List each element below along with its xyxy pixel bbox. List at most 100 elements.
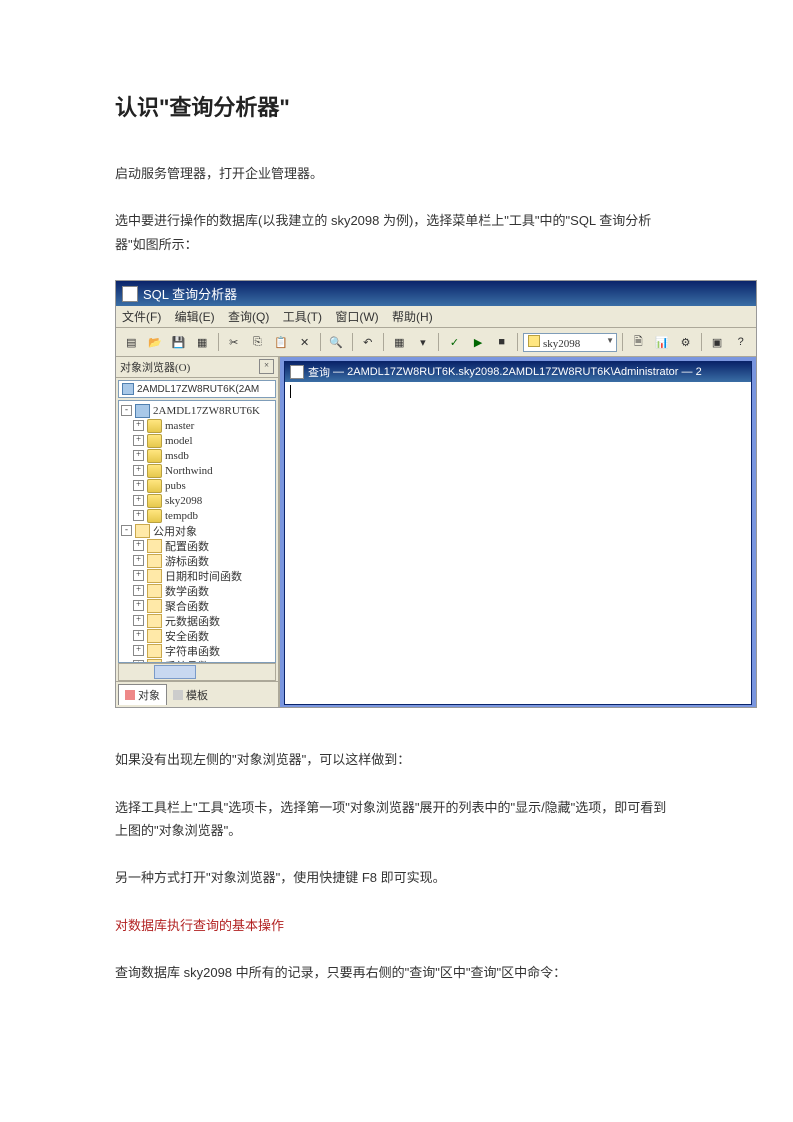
- expand-icon[interactable]: -: [121, 525, 132, 536]
- para-5: 另一种方式打开"对象浏览器"，使用快捷键 F8 即可实现。: [115, 866, 678, 889]
- tree-label: 元数据函数: [165, 613, 220, 629]
- server-select[interactable]: 2AMDL17ZW8RUT6K(2AM: [118, 380, 276, 398]
- scrollbar[interactable]: [118, 663, 276, 681]
- query-editor[interactable]: [285, 382, 751, 704]
- tree-item[interactable]: +游标函数: [119, 553, 275, 568]
- menu-edit[interactable]: 编辑(E): [175, 310, 215, 324]
- execute-icon[interactable]: ✓: [444, 331, 465, 353]
- play-icon[interactable]: ▶: [468, 331, 489, 353]
- expand-icon[interactable]: -: [121, 405, 132, 416]
- tree-item[interactable]: +Northwind: [119, 463, 275, 478]
- separator: [517, 333, 518, 351]
- tree-item[interactable]: +聚合函数: [119, 598, 275, 613]
- menu-tools[interactable]: 工具(T): [283, 310, 322, 324]
- dropdown-icon[interactable]: ▾: [413, 331, 434, 353]
- object-browser-title: 对象浏览器(O) ×: [116, 357, 278, 378]
- expand-icon[interactable]: +: [133, 570, 144, 581]
- expand-icon[interactable]: +: [133, 420, 144, 431]
- tree-item[interactable]: +master: [119, 418, 275, 433]
- tree-item[interactable]: +msdb: [119, 448, 275, 463]
- stop-icon[interactable]: ■: [491, 331, 512, 353]
- database-select[interactable]: sky2098: [523, 333, 617, 352]
- expand-icon[interactable]: +: [133, 465, 144, 476]
- screenshot-sql-analyzer: SQL 查询分析器 文件(F) 编辑(E) 查询(Q) 工具(T) 窗口(W) …: [115, 280, 757, 708]
- expand-icon[interactable]: +: [133, 630, 144, 641]
- para-4: 选择工具栏上"工具"选项卡，选择第一项"对象浏览器"展开的列表中的"显示/隐藏"…: [115, 796, 678, 843]
- plan-icon[interactable]: 🗎: [628, 331, 649, 353]
- separator: [622, 333, 623, 351]
- close-icon[interactable]: ×: [259, 359, 274, 374]
- find-icon[interactable]: 🔍: [326, 331, 347, 353]
- expand-icon[interactable]: +: [133, 615, 144, 626]
- toolbar: ▤ 📂 💾 ▦ ✂ ⎘ 📋 ✕ 🔍 ↶ ▦ ▾ ✓ ▶ ■ sky2098 🗎 …: [116, 328, 756, 357]
- clear-icon[interactable]: ✕: [294, 331, 315, 353]
- tree-item[interactable]: +model: [119, 433, 275, 448]
- database-icon: [147, 494, 162, 508]
- folder-icon: [147, 644, 162, 658]
- tree-item[interactable]: + sky2098: [119, 493, 275, 508]
- window-icon[interactable]: ▣: [707, 331, 728, 353]
- expand-icon[interactable]: +: [133, 510, 144, 521]
- expand-icon[interactable]: +: [133, 645, 144, 656]
- menu-help[interactable]: 帮助(H): [392, 310, 433, 324]
- menu-query[interactable]: 查询(Q): [228, 310, 269, 324]
- para-3: 如果没有出现左侧的"对象浏览器"，可以这样做到：: [115, 748, 678, 771]
- object-tree[interactable]: - 2AMDL17ZW8RUT6K+master+model+msdb+North…: [118, 400, 276, 663]
- expand-icon[interactable]: +: [133, 540, 144, 551]
- help-icon[interactable]: ?: [730, 331, 751, 353]
- menu-file[interactable]: 文件(F): [122, 310, 161, 324]
- tab-objects[interactable]: 对象: [118, 684, 167, 705]
- paste-icon[interactable]: 📋: [271, 331, 292, 353]
- folder-icon: [147, 614, 162, 628]
- database-icon: [147, 434, 162, 448]
- expand-icon[interactable]: +: [133, 450, 144, 461]
- server-icon: [135, 404, 150, 418]
- trace-icon[interactable]: 📊: [652, 331, 673, 353]
- subtitle: 对数据库执行查询的基本操作: [115, 914, 678, 937]
- database-icon: [147, 449, 162, 463]
- expand-icon[interactable]: +: [133, 555, 144, 566]
- separator: [438, 333, 439, 351]
- tab-templates[interactable]: 模板: [167, 684, 214, 705]
- new-query-icon[interactable]: ▤: [121, 331, 142, 353]
- results-icon[interactable]: ▦: [389, 331, 410, 353]
- save-all-icon[interactable]: ▦: [192, 331, 213, 353]
- tree-item[interactable]: +配置函数: [119, 538, 275, 553]
- tree-label: 数学函数: [165, 583, 209, 599]
- object-browser-tabs: 对象 模板: [116, 681, 278, 707]
- cut-icon[interactable]: ✂: [223, 331, 244, 353]
- expand-icon[interactable]: +: [133, 585, 144, 596]
- tree-item[interactable]: +安全函数: [119, 628, 275, 643]
- query-window-titlebar: 查询 — 2AMDL17ZW8RUT6K.sky2098.2AMDL17ZW8R…: [285, 362, 751, 382]
- tree-item[interactable]: + 元数据函数: [119, 613, 275, 628]
- mdi-area: 查询 — 2AMDL17ZW8RUT6K.sky2098.2AMDL17ZW8R…: [280, 357, 756, 707]
- tree-item[interactable]: +pubs: [119, 478, 275, 493]
- tree-item[interactable]: + 数学函数: [119, 583, 275, 598]
- tree-item[interactable]: + 字符串函数: [119, 643, 275, 658]
- tree-label: 字符串函数: [165, 643, 220, 659]
- folder-icon: [147, 539, 162, 553]
- folder-icon: [147, 629, 162, 643]
- text-cursor: [290, 385, 291, 398]
- tree-item[interactable]: - 2AMDL17ZW8RUT6K: [119, 403, 275, 418]
- copy-icon[interactable]: ⎘: [247, 331, 268, 353]
- undo-icon[interactable]: ↶: [357, 331, 378, 353]
- save-icon[interactable]: 💾: [168, 331, 189, 353]
- opts-icon[interactable]: ⚙: [675, 331, 696, 353]
- folder-icon: [147, 569, 162, 583]
- tree-item[interactable]: +日期和时间函数: [119, 568, 275, 583]
- expand-icon[interactable]: +: [133, 600, 144, 611]
- menu-window[interactable]: 窗口(W): [335, 310, 378, 324]
- database-icon: [147, 464, 162, 478]
- expand-icon[interactable]: +: [133, 435, 144, 446]
- folder-icon: [135, 524, 150, 538]
- open-icon[interactable]: 📂: [145, 331, 166, 353]
- query-window: 查询 — 2AMDL17ZW8RUT6K.sky2098.2AMDL17ZW8R…: [284, 361, 752, 705]
- tree-item[interactable]: +tempdb: [119, 508, 275, 523]
- expand-icon[interactable]: +: [133, 495, 144, 506]
- tree-label: 2AMDL17ZW8RUT6K: [153, 405, 260, 417]
- tree-item[interactable]: -公用对象: [119, 523, 275, 538]
- expand-icon[interactable]: +: [133, 480, 144, 491]
- separator: [352, 333, 353, 351]
- tree-label: sky2098: [165, 495, 202, 507]
